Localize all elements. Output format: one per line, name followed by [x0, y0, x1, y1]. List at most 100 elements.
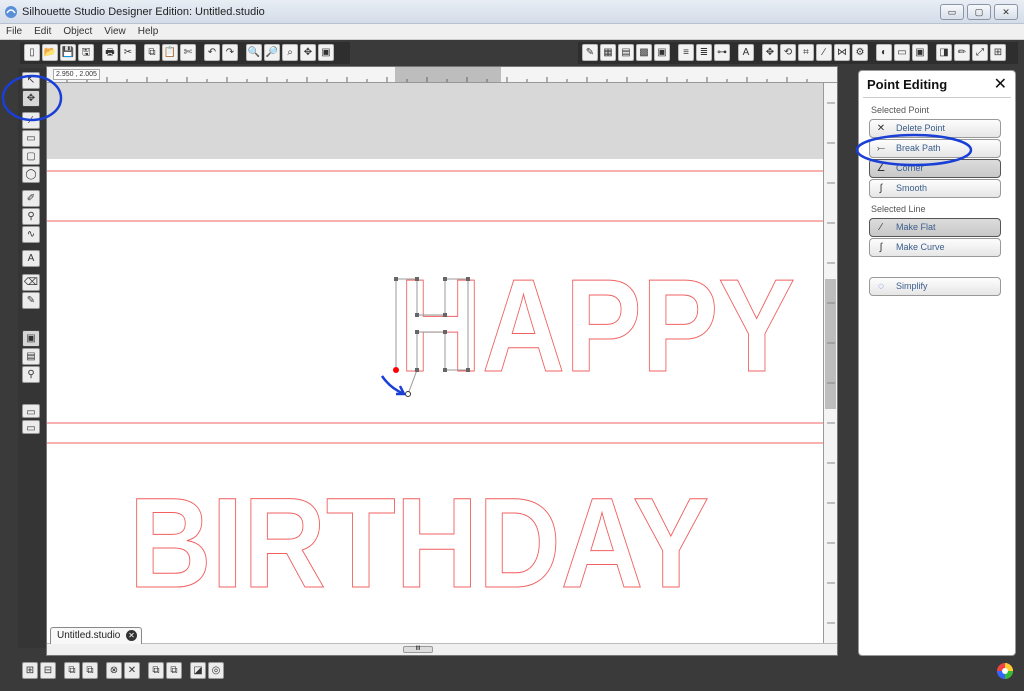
page-settings-icon[interactable]: ✎ [582, 44, 598, 61]
node-point [415, 330, 419, 334]
panel-divider [863, 97, 1011, 98]
freehand-tool-icon[interactable]: ∿ [22, 226, 40, 243]
send-to-cutter-icon[interactable]: ◨ [936, 44, 952, 61]
text-tool-icon[interactable]: A [22, 250, 40, 267]
transform-icon[interactable]: ✥ [762, 44, 778, 61]
line-end-icon[interactable]: ⊶ [714, 44, 730, 61]
make-compound-icon[interactable]: ⧉ [64, 662, 80, 679]
node-point [443, 330, 447, 334]
corner-label: Corner [896, 163, 924, 173]
color-wheel-icon[interactable] [996, 662, 1014, 680]
window-title: Silhouette Studio Designer Edition: Unti… [22, 6, 265, 18]
fill-icon[interactable]: ◪ [190, 662, 206, 679]
rotate-icon[interactable]: ⟲ [780, 44, 796, 61]
polygon-tool-icon[interactable]: ✐ [22, 190, 40, 207]
sketch-icon[interactable]: ✏ [954, 44, 970, 61]
zoom-out-icon[interactable]: 🔎 [264, 44, 280, 61]
fit-page-icon[interactable]: ▣ [318, 44, 334, 61]
save-icon[interactable]: 💾 [60, 44, 76, 61]
point-editing-panel: Point Editing ✕ Selected Point ✕ Delete … [858, 70, 1016, 656]
target-icon[interactable]: ◎ [208, 662, 224, 679]
release-compound-icon[interactable]: ⧉ [82, 662, 98, 679]
scroll-thumb[interactable]: III [403, 646, 433, 653]
curve-tool-icon[interactable]: ⚲ [22, 208, 40, 225]
print-icon[interactable]: 🖶 [102, 44, 118, 61]
group-icon[interactable]: ⊞ [22, 662, 38, 679]
panels-toolbar: ✎ ▦ ▤ ▩ ▣ ≡ ≣ ⊶ A ✥ ⟲ ⌗ ∕ ⋈ ⚙ ◐ ▭ ▣ ◨ ✏ … [578, 42, 1018, 64]
bring-to-front-icon[interactable]: ⧉ [148, 662, 164, 679]
copy-icon[interactable]: ⧉ [144, 44, 160, 61]
delete-point-icon: ✕ [876, 123, 886, 134]
make-flat-button[interactable]: ∕ Make Flat [869, 218, 1001, 237]
offset-icon[interactable]: ◐ [876, 44, 892, 61]
undo-icon[interactable]: ↶ [204, 44, 220, 61]
menu-help[interactable]: Help [132, 24, 165, 39]
vertical-ruler-scrollbar[interactable] [823, 83, 837, 643]
document-tab[interactable]: Untitled.studio ✕ [50, 627, 142, 644]
design-page-icon[interactable]: ▣ [22, 330, 40, 347]
line-style-icon[interactable]: ≣ [696, 44, 712, 61]
minimize-button[interactable]: ▭ [940, 4, 964, 20]
cut-settings-icon[interactable]: ▣ [654, 44, 670, 61]
registration-icon[interactable]: ▤ [618, 44, 634, 61]
close-tab-icon[interactable]: ✕ [126, 630, 137, 641]
rectangle-tool-icon[interactable]: ▭ [22, 130, 40, 147]
simplify-button[interactable]: ◌ Simplify [869, 277, 1001, 296]
pan-icon[interactable]: ✥ [300, 44, 316, 61]
text-style-icon[interactable]: A [738, 44, 754, 61]
grid-icon[interactable]: ▦ [600, 44, 616, 61]
grid-view-icon[interactable]: ⊞ [990, 44, 1006, 61]
rounded-rectangle-tool-icon[interactable]: ▢ [22, 148, 40, 165]
weld-icon[interactable]: ⊗ [106, 662, 122, 679]
save-as-icon[interactable]: 🖫 [78, 44, 94, 61]
menu-object[interactable]: Object [57, 24, 98, 39]
design-canvas[interactable]: 2.950 , 2.005 HAPPY BIRTHDAY III [46, 66, 838, 656]
fill-pattern-icon[interactable]: ▩ [636, 44, 652, 61]
zoom-in-icon[interactable]: 🔍 [246, 44, 262, 61]
split-view-icon[interactable]: ▭ [22, 420, 40, 434]
maximize-button[interactable]: ▢ [967, 4, 991, 20]
send-to-back-icon[interactable]: ⧉ [166, 662, 182, 679]
smooth-button[interactable]: ∫ Smooth [869, 179, 1001, 198]
make-flat-icon: ∕ [880, 222, 882, 233]
mirror-icon[interactable]: ⋈ [834, 44, 850, 61]
line-color-icon[interactable]: ≡ [678, 44, 694, 61]
eraser-tool-icon[interactable]: ⌫ [22, 274, 40, 291]
menu-file[interactable]: File [0, 24, 28, 39]
shear-icon[interactable]: ∕ [816, 44, 832, 61]
scale-icon[interactable]: ⌗ [798, 44, 814, 61]
open-icon[interactable]: 📂 [42, 44, 58, 61]
cut-send-icon[interactable]: ✂ [120, 44, 136, 61]
close-window-button[interactable]: ✕ [994, 4, 1018, 20]
new-icon[interactable]: ▯ [24, 44, 40, 61]
replicate-icon[interactable]: ⚙ [852, 44, 868, 61]
happy-text[interactable]: HAPPY [399, 252, 796, 400]
scissors-icon[interactable]: ✄ [180, 44, 196, 61]
ellipse-tool-icon[interactable]: ◯ [22, 166, 40, 183]
corner-button[interactable]: ∠ Corner [869, 159, 1001, 178]
store-icon[interactable]: ▤ [22, 348, 40, 365]
zoom-select-icon[interactable]: ⌕ [282, 44, 298, 61]
panel-close-icon[interactable]: ✕ [994, 74, 1007, 94]
panel-toggle-icon[interactable]: ▭ [22, 404, 40, 418]
knife-tool-icon[interactable]: ✎ [22, 292, 40, 309]
library-tool-icon[interactable]: ⚲ [22, 366, 40, 383]
make-curve-button[interactable]: ∫ Make Curve [869, 238, 1001, 257]
birthday-text[interactable]: BIRTHDAY [129, 472, 710, 616]
ungroup-icon[interactable]: ⊟ [40, 662, 56, 679]
line-tool-icon[interactable]: ∕ [22, 112, 40, 129]
select-tool-icon[interactable]: ↖ [22, 72, 40, 89]
trace-icon[interactable]: ▭ [894, 44, 910, 61]
break-path-button[interactable]: ⤚ Break Path [869, 139, 1001, 158]
menu-view[interactable]: View [98, 24, 132, 39]
delete-point-button[interactable]: ✕ Delete Point [869, 119, 1001, 138]
fullscreen-icon[interactable]: ⤢ [972, 44, 988, 61]
menu-edit[interactable]: Edit [28, 24, 57, 39]
point-edit-tool-icon[interactable]: ✥ [22, 90, 40, 107]
paste-icon[interactable]: 📋 [162, 44, 178, 61]
delete-icon[interactable]: ✕ [124, 662, 140, 679]
break-path-label: Break Path [896, 143, 941, 153]
horizontal-scrollbar[interactable]: III [47, 643, 837, 655]
library-icon[interactable]: ▣ [912, 44, 928, 61]
redo-icon[interactable]: ↷ [222, 44, 238, 61]
